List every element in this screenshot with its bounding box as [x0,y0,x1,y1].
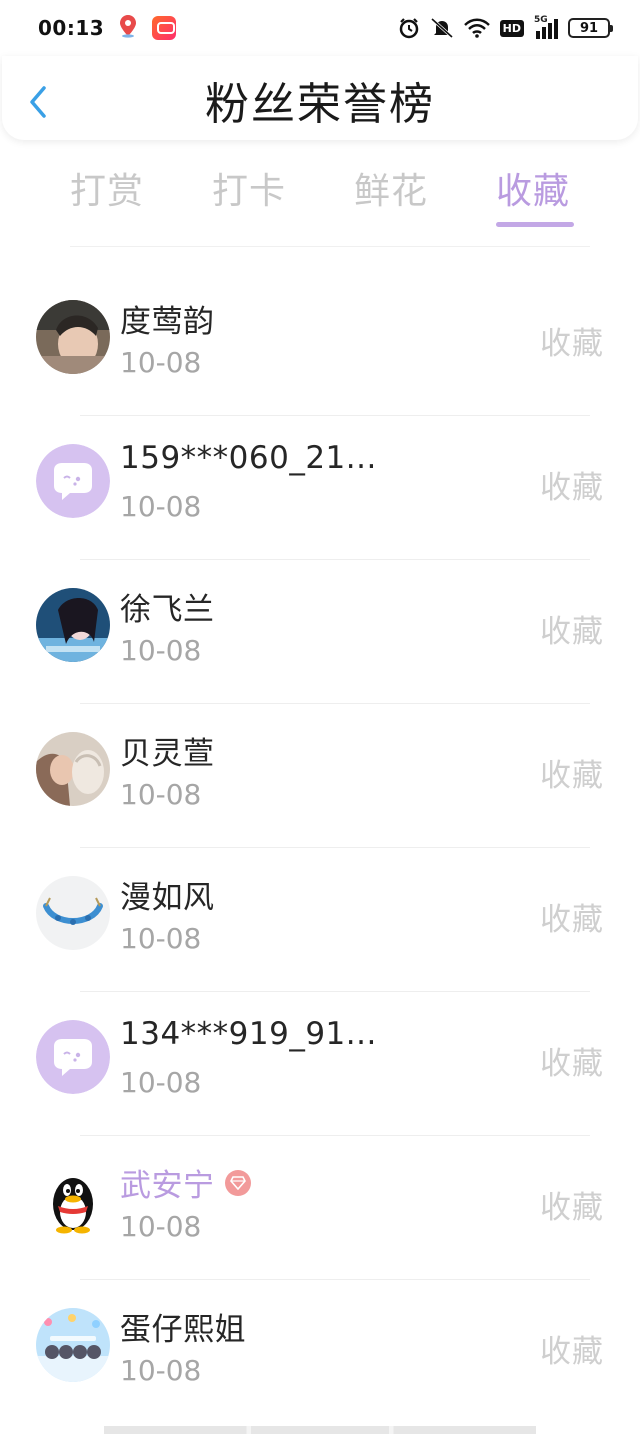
fan-name-text: 度莺韵 [120,304,215,340]
active-tab-indicator [496,222,574,227]
fan-name-text: 蛋仔熙姐 [120,1312,246,1348]
fan-name: 贝灵萱 [120,728,215,773]
photo-person-icon [36,300,110,374]
chat-bubble-icon [36,1020,110,1094]
action-label: 收藏 [540,1334,604,1370]
divider [70,246,590,247]
chat-bubble-icon [36,444,110,518]
action-label: 收藏 [540,470,604,506]
avatar[interactable] [36,732,110,806]
mute-bell-icon [430,17,454,39]
signal-icon: 5G [534,15,558,39]
action-label: 收藏 [540,1190,604,1226]
cartoon-group-icon [36,1308,110,1382]
avatar[interactable] [36,300,110,374]
scroll-hint-bar [104,1426,536,1434]
page-title: 粉丝荣誉榜 [205,79,435,130]
header-bar: 粉丝荣誉榜 [2,56,638,140]
list-item[interactable]: 武安宁 10-08 收藏 [0,1136,640,1280]
list-item[interactable]: 漫如风 10-08 收藏 [0,848,640,992]
map-pin-icon [118,14,138,42]
fan-name-text: 武安宁 [120,1168,215,1204]
fan-name-text: 漫如风 [120,880,215,916]
list-item[interactable]: 159***060_21... 10-08 收藏 [0,416,640,560]
fan-name: 漫如风 [120,872,215,917]
fan-name-text: 134***919_91... [120,1016,377,1052]
avatar[interactable] [36,876,110,950]
alarm-icon [398,17,420,39]
fan-honor-page: 00:13 HD 5G 91 粉丝荣誉榜 打赏 打卡 鲜花 收藏 度莺韵 10-… [0,0,640,1434]
tab-flowers[interactable]: 鲜花 [320,150,462,240]
tab-checkin[interactable]: 打卡 [178,150,320,240]
fan-name: 武安宁 [120,1160,251,1205]
fan-date: 10-08 [120,1354,202,1387]
list-item[interactable]: 134***919_91... 10-08 收藏 [0,992,640,1136]
fan-list: 度莺韵 10-08 收藏 159***060_21... 10-08 收藏 徐飞… [0,272,640,1424]
shopping-app-icon [152,16,177,40]
avatar[interactable] [36,1164,110,1238]
photo-person-icon [36,732,110,806]
list-item[interactable]: 贝灵萱 10-08 收藏 [0,704,640,848]
fan-date: 10-08 [120,346,202,379]
fan-date: 10-08 [120,1210,202,1243]
action-label: 收藏 [540,326,604,362]
fan-date: 10-08 [120,634,202,667]
tab-favorites-label: 收藏 [495,171,570,212]
avatar[interactable] [36,1308,110,1382]
status-right: HD 5G 91 [398,15,613,39]
tab-favorites[interactable]: 收藏 [462,150,604,240]
fan-name-text: 159***060_21... [120,440,377,476]
hd-badge: HD [499,19,524,37]
list-item[interactable]: 度莺韵 10-08 收藏 [0,272,640,416]
action-label: 收藏 [540,1046,604,1082]
fan-name: 蛋仔熙姐 [120,1304,246,1349]
battery-indicator: 91 [568,18,613,38]
status-bar: 00:13 HD 5G 91 [0,0,640,56]
wifi-icon [463,18,490,38]
photo-person-icon [36,588,110,662]
fan-date: 10-08 [120,1066,202,1099]
fan-date: 10-08 [120,922,202,955]
network-type-label: 5G [534,15,548,25]
fan-name-text: 徐飞兰 [120,592,215,628]
fan-name: 134***919_91... [120,1016,377,1052]
fan-name: 度莺韵 [120,296,215,341]
fan-name: 徐飞兰 [120,584,215,629]
fan-name-text: 贝灵萱 [120,736,215,772]
list-item[interactable]: 徐飞兰 10-08 收藏 [0,560,640,704]
avatar[interactable] [36,588,110,662]
avatar[interactable] [36,1020,110,1094]
fan-name: 159***060_21... [120,440,377,476]
vip-diamond-icon [224,1169,251,1196]
action-label: 收藏 [540,902,604,938]
fan-date: 10-08 [120,490,202,523]
fan-date: 10-08 [120,778,202,811]
penguin-icon [36,1164,110,1238]
action-label: 收藏 [540,758,604,794]
tab-reward[interactable]: 打赏 [36,150,178,240]
status-time: 00:13 [38,16,105,40]
action-label: 收藏 [540,614,604,650]
list-item[interactable]: 蛋仔熙姐 10-08 收藏 [0,1280,640,1424]
avatar[interactable] [36,444,110,518]
status-left: 00:13 [38,14,177,42]
tab-bar: 打赏 打卡 鲜花 收藏 [0,150,640,240]
bracelet-icon [36,876,110,950]
